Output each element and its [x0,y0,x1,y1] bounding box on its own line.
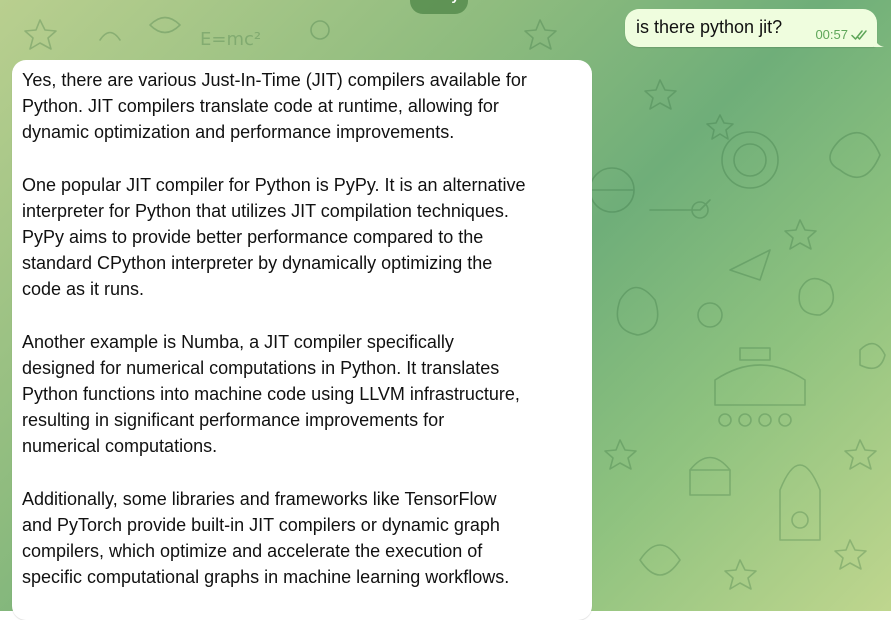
message-time: 00:57 [815,27,848,42]
double-check-icon [851,29,867,40]
date-separator-label: Today [419,0,459,8]
svg-text:E=mc²: E=mc² [200,29,261,50]
message-paragraph: Yes, there are various Just-In-Time (JIT… [22,70,527,143]
bubble-tail-icon [874,35,884,47]
message-paragraph: Additionally, some libraries and framewo… [22,488,510,588]
incoming-message[interactable]: Yes, there are various Just-In-Time (JIT… [12,60,592,620]
message-paragraph: Another example is Numba, a JIT compiler… [22,331,520,457]
message-meta: 00:57 [815,27,869,42]
message-paragraph: One popular JIT compiler for Python is P… [22,174,526,300]
outgoing-message-text: is there python jit? [636,17,783,37]
outgoing-message[interactable]: is there python jit? 00:57 [625,9,884,47]
date-separator: Today [410,0,469,14]
